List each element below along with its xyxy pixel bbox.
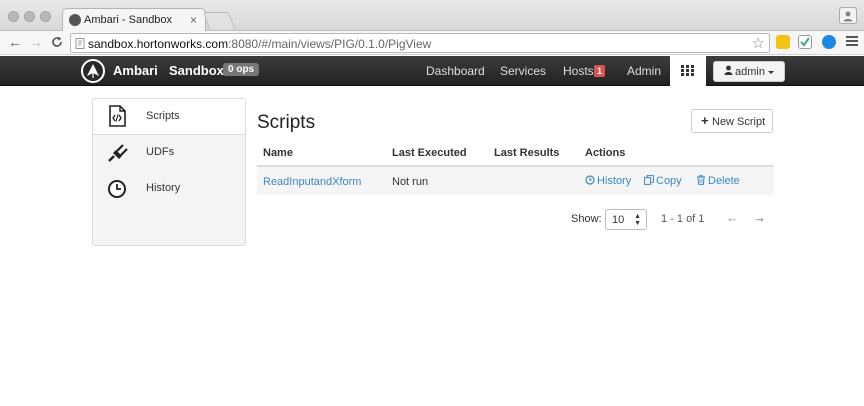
extension-circle-icon[interactable] (822, 35, 836, 49)
window-minimize-button[interactable] (24, 11, 35, 22)
url-path: :8080/#/main/views/PIG/0.1.0/PigView (228, 37, 432, 51)
new-script-button[interactable]: + New Script (691, 109, 773, 133)
sidebar-item-label: UDFs (146, 146, 175, 158)
ops-badge[interactable]: 0 ops (223, 63, 260, 76)
address-bar[interactable]: sandbox.hortonworks.com:8080/#/main/view… (70, 33, 770, 53)
history-action-label: History (597, 175, 632, 187)
next-page-button[interactable]: → (753, 211, 766, 224)
column-header-last-results[interactable]: Last Results (494, 147, 559, 159)
forward-button[interactable]: → (29, 35, 43, 49)
brand-name[interactable]: Ambari (113, 63, 158, 78)
user-menu-button[interactable]: admin (713, 61, 785, 82)
ambari-favicon-icon (69, 14, 81, 26)
browser-tab[interactable]: Ambari - Sandbox × (62, 8, 206, 32)
copy-icon (644, 175, 654, 185)
nav-dashboard[interactable]: Dashboard (426, 64, 485, 78)
window-close-button[interactable] (8, 11, 19, 22)
script-icon (107, 105, 129, 127)
nav-hosts[interactable]: Hosts (563, 64, 594, 78)
views-menu-button[interactable] (670, 56, 706, 86)
page-info-icon[interactable] (75, 38, 85, 49)
sidebar-item-history[interactable]: History (93, 171, 245, 207)
extension-note-icon[interactable] (776, 35, 790, 49)
plus-icon: + (701, 113, 709, 128)
copy-action-label: Copy (656, 175, 682, 187)
hosts-alert-badge: 1 (594, 65, 606, 77)
sidebar-item-label: History (146, 182, 181, 194)
pagination-range: 1 - 1 of 1 (661, 213, 705, 225)
script-name-link[interactable]: ReadInputandXform (263, 176, 361, 188)
bookmark-star-icon[interactable]: ☆ (752, 34, 765, 52)
nav-admin[interactable]: Admin (627, 64, 661, 78)
sidebar-item-udfs[interactable]: UDFs (93, 135, 245, 171)
user-icon (724, 65, 733, 78)
sidebar-item-label: Scripts (146, 110, 180, 122)
new-tab-button[interactable] (202, 12, 236, 29)
new-script-label: New Script (712, 116, 766, 128)
history-action-link[interactable]: History (585, 175, 631, 187)
extension-puzzle-icon[interactable] (798, 35, 812, 49)
page-title: Scripts (257, 112, 316, 133)
delete-action-link[interactable]: Delete (696, 175, 740, 187)
browser-menu-icon[interactable] (846, 36, 858, 48)
ambari-logo-icon[interactable] (81, 59, 105, 83)
sidebar-item-scripts[interactable]: Scripts (93, 99, 245, 135)
back-button[interactable]: ← (8, 35, 22, 49)
column-header-name[interactable]: Name (263, 147, 293, 159)
ambari-navbar: Ambari Sandbox 0 ops Dashboard Services … (0, 56, 864, 86)
column-header-last-executed[interactable]: Last Executed (392, 147, 467, 159)
prev-page-button[interactable]: ← (726, 211, 739, 224)
clock-icon (107, 179, 129, 199)
column-header-actions: Actions (585, 147, 626, 159)
user-menu-label: admin (735, 66, 765, 78)
pig-sidebar: Scripts UDFs History (92, 98, 246, 246)
profile-icon[interactable] (839, 7, 857, 24)
delete-action-label: Delete (708, 175, 740, 187)
page-size-label: Show: (571, 213, 602, 225)
browser-tabstrip: Ambari - Sandbox × (0, 0, 864, 32)
plug-icon (107, 143, 129, 163)
window-zoom-button[interactable] (40, 11, 51, 22)
page-size-value: 10 (612, 214, 625, 226)
last-executed-cell: Not run (392, 176, 429, 188)
tab-close-icon[interactable]: × (190, 13, 197, 27)
grid-icon (681, 65, 695, 77)
clock-icon (585, 175, 595, 185)
tab-title: Ambari - Sandbox (84, 14, 173, 26)
caret-down-icon (768, 71, 774, 74)
page-size-select[interactable]: 10 ▲ ▼ (605, 209, 647, 230)
reload-button[interactable] (51, 36, 63, 51)
nav-services[interactable]: Services (500, 64, 546, 78)
cluster-name[interactable]: Sandbox (169, 63, 224, 78)
select-arrows-icon: ▲ ▼ (634, 213, 641, 227)
browser-toolbar: ← → sandbox.hortonworks.com:8080/#/main/… (0, 31, 864, 55)
copy-action-link[interactable]: Copy (644, 175, 682, 187)
trash-icon (697, 175, 705, 185)
url-host: sandbox.hortonworks.com (88, 37, 229, 51)
